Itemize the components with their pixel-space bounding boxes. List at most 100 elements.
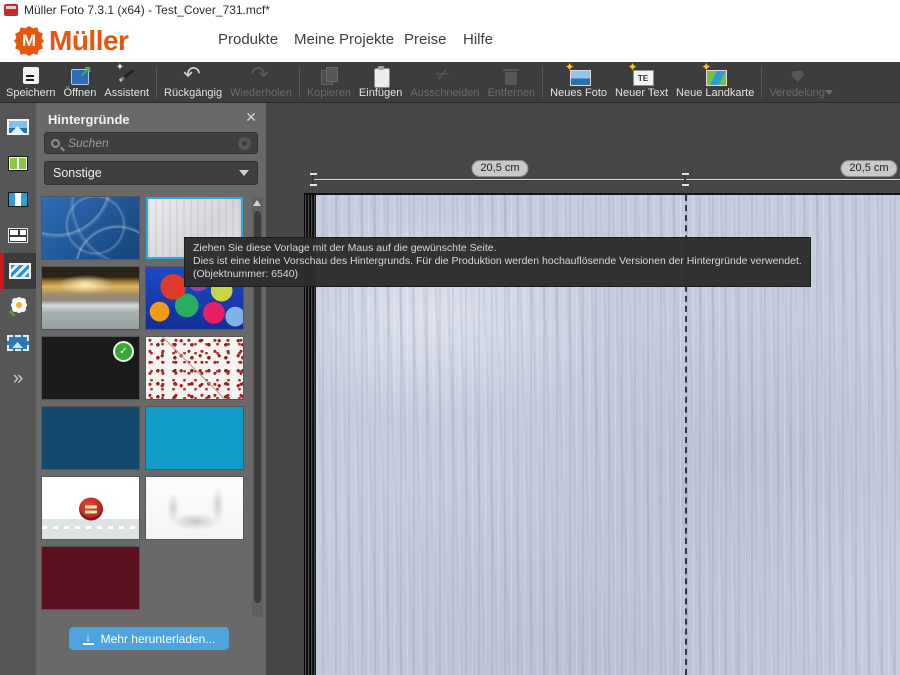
chevron-down-icon [239, 170, 249, 176]
toolbar-button-label: Speichern [6, 87, 56, 99]
page-layouts-icon [8, 156, 28, 171]
cut-button[interactable]: Ausschneiden [406, 62, 483, 102]
toolbar-buttons: Speichern Öffnen Assistent Rückgängig Wieder… [0, 62, 900, 103]
toolbar-separator [761, 66, 762, 98]
sidebar-item-page-view[interactable] [0, 181, 36, 217]
app-icon [4, 4, 18, 16]
ruler-label-left: 20,5 cm [471, 160, 528, 177]
wand-button[interactable]: Assistent [100, 62, 153, 102]
new-map-icon [703, 65, 727, 86]
brand-m-icon: M [14, 26, 44, 56]
background-thumbnail-maroon-solid[interactable] [42, 547, 139, 609]
sidebar-item-backgrounds[interactable] [0, 253, 36, 289]
save-icon [19, 65, 43, 86]
sidebar-item-expand[interactable] [0, 361, 36, 397]
menu-item-meine-projekte[interactable]: Meine Projekte [294, 31, 394, 48]
ruler-tick-left [312, 173, 314, 186]
brand-logo[interactable]: M Müller [14, 25, 128, 57]
save-button[interactable]: Speichern [2, 62, 60, 102]
panel-title: Hintergründe [48, 112, 130, 127]
background-thumbnail-beach-sunset[interactable] [42, 267, 139, 329]
window-title: Müller Foto 7.3.1 (x64) - Test_Cover_731… [24, 3, 270, 17]
background-thumbnail-tower-bridge[interactable] [146, 477, 243, 539]
download-more-label: Mehr herunterladen... [101, 632, 216, 646]
toolbar-separator [299, 66, 300, 98]
toolbar-button-label: Neue Landkarte [676, 87, 754, 99]
background-thumbnail-navy-solid[interactable] [42, 407, 139, 469]
search-icon [51, 139, 60, 148]
chevron-down-icon[interactable] [825, 90, 833, 95]
search-input[interactable]: Suchen [44, 132, 258, 154]
paste-icon [369, 65, 393, 86]
open-button[interactable]: Öffnen [60, 62, 101, 102]
toolbar-button-label: Entfernen [487, 87, 535, 99]
paste-button[interactable]: Einfügen [355, 62, 406, 102]
toolbar-button-label: Ausschneiden [410, 87, 479, 99]
scroll-up-icon[interactable] [253, 200, 261, 206]
trash-icon [499, 65, 523, 86]
new-photo-icon [567, 65, 591, 86]
redo-icon [249, 65, 273, 86]
toolbar-separator [156, 66, 157, 98]
sidebar-item-frames[interactable] [0, 325, 36, 361]
toolbar-button-label: Veredelung [769, 87, 825, 99]
new-text-button[interactable]: Neuer Text [611, 62, 672, 102]
embellish-button[interactable]: Veredelung [765, 62, 829, 102]
toolbar-button-label: Öffnen [64, 87, 97, 99]
sidebar-item-cliparts[interactable] [0, 289, 36, 325]
backgrounds-panel: Hintergründe ✕ Suchen Sonstige ↓ Mehr he… [36, 103, 266, 675]
toolbar-button-label: Wiederholen [230, 87, 292, 99]
undo-button[interactable]: Rückgängig [160, 62, 226, 102]
toolbar-button-label: Einfügen [359, 87, 402, 99]
new-text-icon [630, 65, 654, 86]
sidebar-item-page-layouts[interactable] [0, 145, 36, 181]
trash-button[interactable]: Entfernen [483, 62, 539, 102]
search-clear-icon[interactable] [238, 137, 251, 150]
sidebar-item-layouts[interactable] [0, 217, 36, 253]
photo-frame-icon [7, 335, 29, 351]
brand-name: Müller [49, 25, 128, 57]
copy-button[interactable]: Kopieren [303, 62, 355, 102]
open-icon [68, 65, 92, 86]
menu-item-hilfe[interactable]: Hilfe [463, 31, 493, 48]
titlebar: Müller Foto 7.3.1 (x64) - Test_Cover_731… [0, 0, 900, 20]
toolbar-button-label: Rückgängig [164, 87, 222, 99]
ruler-line [313, 179, 900, 181]
sidebar [0, 103, 36, 675]
embellish-icon [785, 65, 809, 86]
canvas-area: 20,5 cm 20,5 cm [266, 103, 900, 675]
menu-item-produkte[interactable]: Produkte [218, 31, 278, 48]
menu-item-preise[interactable]: Preise [404, 31, 447, 48]
undo-icon [181, 65, 205, 86]
toolbar-button-label: Neues Foto [550, 87, 607, 99]
copy-icon [317, 65, 341, 86]
toolbar-button-label: Neuer Text [615, 87, 668, 99]
background-thumbnail-red-bus[interactable] [42, 477, 139, 539]
menubar: M Müller Produkte Meine Projekte Preise … [0, 20, 900, 62]
expand-chevrons-icon [13, 371, 24, 387]
toolbar-button-label: Assistent [104, 87, 149, 99]
page-view-icon [8, 192, 28, 207]
new-photo-button[interactable]: Neues Foto [546, 62, 611, 102]
new-map-button[interactable]: Neue Landkarte [672, 62, 758, 102]
category-dropdown[interactable]: Sonstige [44, 161, 258, 185]
backgrounds-stripes-icon [9, 263, 31, 279]
category-dropdown-value: Sonstige [53, 166, 239, 180]
wand-icon [115, 65, 139, 86]
download-more-button[interactable]: ↓ Mehr herunterladen... [69, 627, 229, 650]
background-thumbnail-black-premium[interactable] [42, 337, 139, 399]
tooltip: Ziehen Sie diese Vorlage mit der Maus au… [184, 237, 811, 287]
flower-clipart-icon [8, 298, 28, 316]
redo-button[interactable]: Wiederholen [226, 62, 296, 102]
background-thumbnail-blue-swirls[interactable] [42, 197, 139, 259]
tooltip-line: Ziehen Sie diese Vorlage mit der Maus au… [193, 242, 802, 255]
tooltip-line: Dies ist eine kleine Vorschau des Hinter… [193, 255, 802, 268]
search-placeholder: Suchen [68, 136, 238, 150]
background-thumbnail-cyan-solid[interactable] [146, 407, 243, 469]
close-icon[interactable]: ✕ [245, 109, 257, 126]
background-thumbnail-red-confetti[interactable] [146, 337, 243, 399]
sidebar-item-photos[interactable] [0, 109, 36, 145]
tooltip-line: (Objektnummer: 6540) [193, 268, 802, 281]
toolbar-separator [542, 66, 543, 98]
toolbar-button-label: Kopieren [307, 87, 351, 99]
